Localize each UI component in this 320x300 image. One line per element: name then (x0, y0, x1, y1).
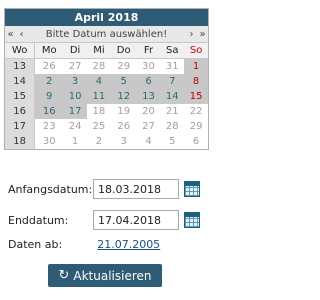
week-number: 17 (5, 119, 36, 134)
calendar-grid: Wo Mo Di Mi Do Fr Sa So 13 26 27 28 29 3… (5, 43, 208, 149)
calendar-week-row: 13 26 27 28 29 30 31 1 (5, 58, 208, 74)
calendar-day[interactable]: 20 (136, 104, 161, 119)
start-date-input[interactable] (93, 179, 179, 199)
calendar-day[interactable]: 31 (160, 58, 185, 74)
data-since-link[interactable]: 21.07.2005 (97, 238, 160, 251)
calendar-day[interactable]: 26 (110, 119, 137, 134)
calendar-day[interactable]: 9 (34, 89, 64, 104)
week-number: 13 (5, 58, 36, 74)
prev-year-button[interactable]: « (5, 29, 16, 40)
calendar-nav-bar: « ‹ Bitte Datum auswählen! › » (5, 26, 208, 43)
weekday-header: Fr (136, 43, 161, 59)
calendar-day[interactable]: 23 (34, 119, 64, 134)
date-picker-calendar: April 2018 « ‹ Bitte Datum auswählen! › … (4, 8, 209, 150)
calendar-day[interactable]: 6 (184, 134, 208, 149)
weekday-header: Mi (87, 43, 111, 59)
calendar-day[interactable]: 18 (87, 104, 111, 119)
calendar-week-row: 16 16 17 18 19 20 21 22 (5, 104, 208, 119)
data-since-row: Daten ab: 21.07.2005 (8, 238, 160, 251)
calendar-day[interactable]: 5 (110, 74, 137, 89)
prev-month-button[interactable]: ‹ (16, 29, 27, 40)
calendar-day[interactable]: 2 (87, 134, 111, 149)
start-date-row: Anfangsdatum: (8, 178, 200, 200)
calendar-day[interactable]: 10 (63, 89, 87, 104)
calendar-day[interactable]: 14 (160, 89, 185, 104)
week-number: 18 (5, 134, 36, 149)
calendar-day[interactable]: 6 (136, 74, 161, 89)
next-month-button[interactable]: › (186, 29, 197, 40)
end-date-label: Enddatum: (8, 213, 69, 227)
calendar-day[interactable]: 27 (136, 119, 161, 134)
end-date-calendar-icon[interactable] (184, 212, 200, 228)
calendar-week-row: 15 9 10 11 12 13 14 15 (5, 89, 208, 104)
calendar-day[interactable]: 12 (110, 89, 137, 104)
calendar-day[interactable]: 3 (63, 74, 87, 89)
week-number: 16 (5, 104, 36, 119)
refresh-icon: ↻ (58, 268, 70, 283)
calendar-day[interactable]: 11 (87, 89, 111, 104)
calendar-week-row: 18 30 1 2 3 4 5 6 (5, 134, 208, 149)
calendar-day[interactable]: 16 (34, 104, 64, 119)
calendar-day[interactable]: 28 (87, 58, 111, 74)
calendar-day[interactable]: 5 (160, 134, 185, 149)
week-number-header: Wo (5, 43, 36, 59)
start-date-label: Anfangsdatum: (8, 182, 93, 196)
calendar-day[interactable]: 22 (184, 104, 208, 119)
calendar-day[interactable]: 4 (87, 74, 111, 89)
calendar-instruction: Bitte Datum auswählen! (45, 28, 168, 40)
calendar-day-selected-end[interactable]: 17 (63, 104, 87, 119)
calendar-day[interactable]: 27 (63, 58, 87, 74)
calendar-month-title: April 2018 (5, 9, 208, 26)
data-since-label: Daten ab: (8, 238, 63, 251)
week-number: 14 (5, 74, 36, 89)
calendar-day[interactable]: 29 (110, 58, 137, 74)
calendar-day[interactable]: 7 (160, 74, 185, 89)
refresh-button[interactable]: ↻ Aktualisieren (48, 264, 162, 287)
calendar-day[interactable]: 8 (184, 74, 208, 89)
calendar-day[interactable]: 1 (184, 58, 208, 74)
weekday-header-row: Wo Mo Di Mi Do Fr Sa So (5, 43, 208, 59)
refresh-button-label: Aktualisieren (73, 268, 152, 283)
weekday-header: Sa (160, 43, 185, 59)
calendar-day[interactable]: 21 (160, 104, 185, 119)
calendar-day[interactable]: 30 (34, 134, 64, 149)
calendar-week-row: 17 23 24 25 26 27 28 29 (5, 119, 208, 134)
weekday-header: Mo (34, 43, 64, 59)
calendar-day[interactable]: 3 (110, 134, 137, 149)
calendar-day[interactable]: 15 (184, 89, 208, 104)
weekday-header-sunday: So (184, 43, 208, 59)
weekday-header: Di (63, 43, 87, 59)
calendar-day[interactable]: 13 (136, 89, 161, 104)
start-date-calendar-icon[interactable] (184, 181, 200, 197)
calendar-day[interactable]: 25 (87, 119, 111, 134)
end-date-row: Enddatum: (8, 209, 200, 231)
weekday-header: Do (110, 43, 137, 59)
calendar-day[interactable]: 4 (136, 134, 161, 149)
calendar-day[interactable]: 24 (63, 119, 87, 134)
calendar-day[interactable]: 2 (34, 74, 64, 89)
calendar-day[interactable]: 1 (63, 134, 87, 149)
calendar-week-row: 14 2 3 4 5 6 7 8 (5, 74, 208, 89)
end-date-input[interactable] (93, 210, 179, 230)
next-year-button[interactable]: » (197, 29, 208, 40)
calendar-day[interactable]: 26 (34, 58, 64, 74)
calendar-day[interactable]: 28 (160, 119, 185, 134)
week-number: 15 (5, 89, 36, 104)
calendar-day[interactable]: 29 (184, 119, 208, 134)
calendar-day[interactable]: 19 (110, 104, 137, 119)
calendar-day[interactable]: 30 (136, 58, 161, 74)
